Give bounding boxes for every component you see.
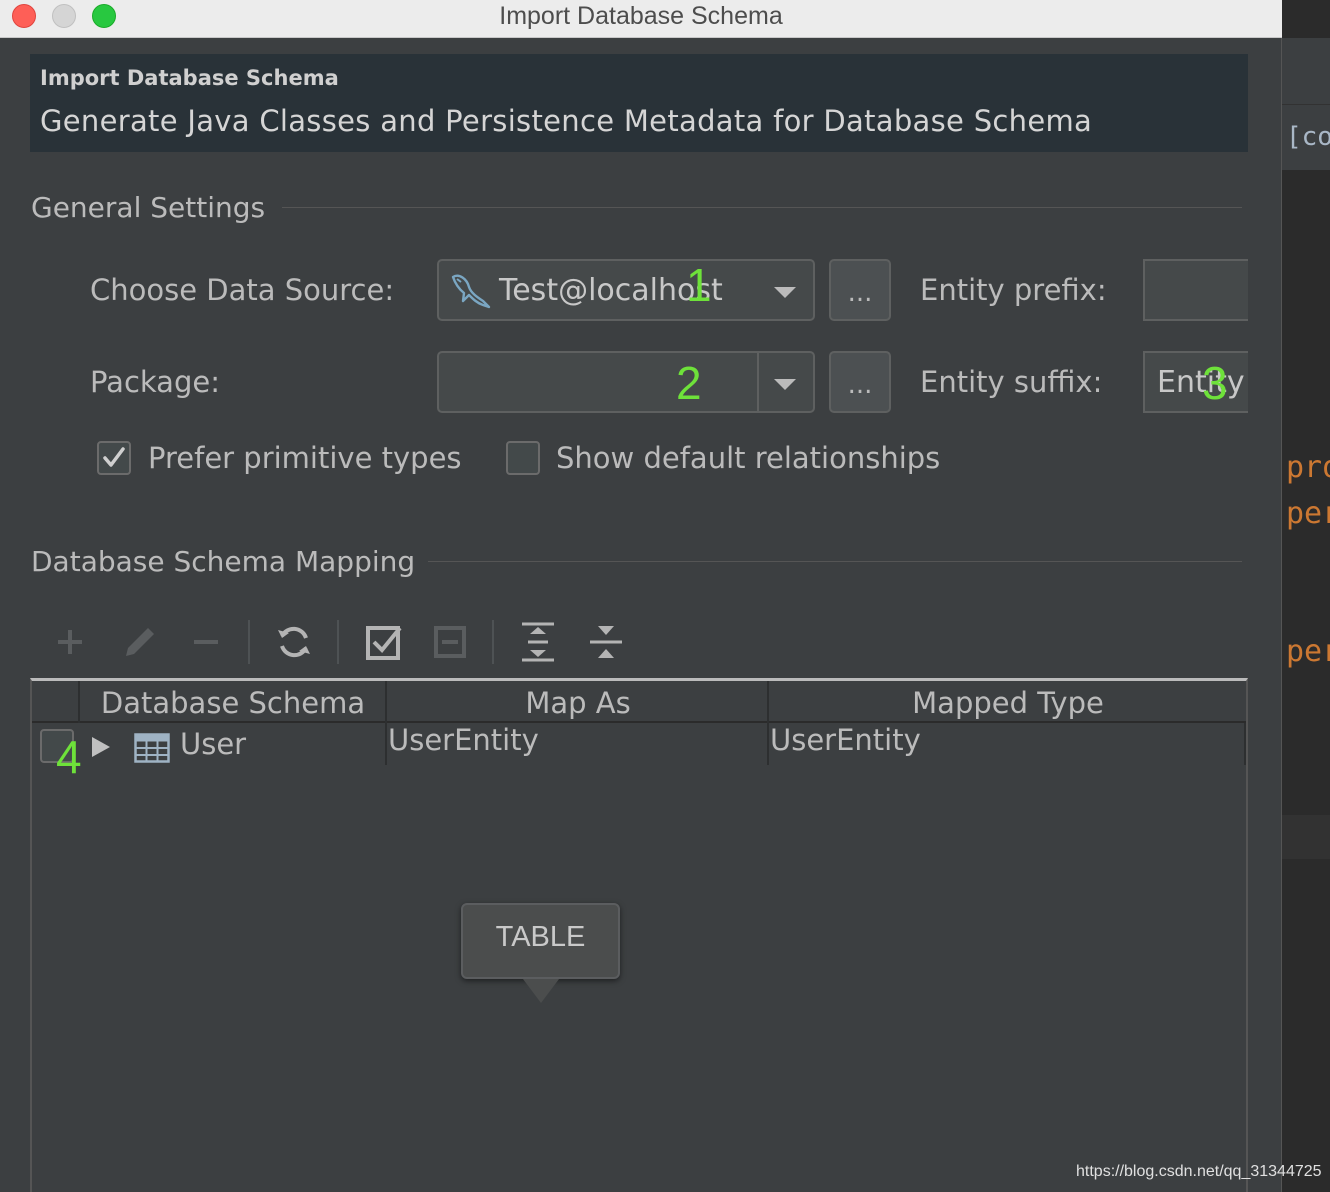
show-default-relationships-label: Show default relationships: [556, 441, 941, 475]
remove-icon[interactable]: [184, 620, 228, 664]
check-all-icon[interactable]: [362, 620, 406, 664]
entity-suffix-label: Entity suffix:: [920, 365, 1103, 399]
watermark: https://blog.csdn.net/qq_31344725: [1076, 1163, 1322, 1180]
title-bar: Import Database Schema: [0, 0, 1282, 38]
expand-arrow-icon[interactable]: [92, 737, 110, 757]
tooltip-tail: [523, 979, 559, 1003]
checkmark-icon: [103, 447, 125, 467]
schema-mapping-title: Database Schema Mapping: [31, 545, 416, 578]
package-combo[interactable]: [437, 351, 815, 413]
entity-suffix-value: Entity: [1157, 365, 1245, 400]
banner-title: Import Database Schema: [40, 66, 339, 90]
row-mapped-type[interactable]: UserEntity: [770, 723, 921, 757]
column-divider: [78, 681, 80, 723]
toolbar-separator: [492, 620, 494, 664]
table-icon: [134, 733, 170, 767]
data-source-label: Choose Data Source:: [90, 273, 395, 307]
tooltip: TABLE: [461, 903, 620, 1003]
editor-highlight-line: [1282, 815, 1330, 859]
annotation-1: 1: [686, 259, 712, 311]
mysql-dolphin-icon: [449, 271, 493, 315]
general-settings-title: General Settings: [31, 191, 266, 224]
prefer-primitive-label: Prefer primitive types: [148, 441, 462, 475]
header-banner: Import Database Schema Generate Java Cla…: [30, 54, 1248, 152]
chevron-down-icon[interactable]: [774, 379, 796, 390]
package-browse-button[interactable]: ...: [829, 351, 891, 413]
annotation-3: 3: [1202, 357, 1228, 409]
collapse-all-icon[interactable]: [584, 620, 628, 664]
banner-subtitle: Generate Java Classes and Persistence Me…: [40, 104, 1093, 138]
add-icon[interactable]: [48, 620, 92, 664]
table-row[interactable]: User UserEntity UserEntity: [32, 723, 1246, 767]
column-header-mapped-type[interactable]: Mapped Type: [770, 681, 1246, 723]
background-editor: [co pro per per: [1282, 0, 1330, 1192]
data-source-browse-button[interactable]: ...: [829, 259, 891, 321]
editor-toolbar: [1282, 38, 1330, 104]
toolbar-separator: [248, 620, 250, 664]
uncheck-all-icon[interactable]: [428, 620, 472, 664]
code-line: per: [1286, 496, 1330, 531]
code-line: per: [1286, 634, 1330, 669]
table-header: Database Schema Map As Mapped Type: [32, 681, 1246, 723]
window-title: Import Database Schema: [499, 2, 783, 30]
entity-prefix-label: Entity prefix:: [920, 273, 1107, 307]
combo-divider: [757, 353, 759, 411]
chevron-down-icon[interactable]: [774, 287, 796, 298]
column-header-database-schema[interactable]: Database Schema: [80, 681, 386, 723]
package-label: Package:: [90, 365, 220, 399]
data-source-combo[interactable]: Test@localhost: [437, 259, 815, 321]
code-line: pro: [1286, 450, 1330, 485]
show-default-relationships-checkbox[interactable]: [506, 441, 540, 475]
section-divider: [428, 561, 1242, 562]
prefer-primitive-checkbox[interactable]: [97, 441, 131, 475]
entity-prefix-input[interactable]: [1143, 259, 1248, 321]
expand-all-icon[interactable]: [516, 620, 560, 664]
column-header-map-as[interactable]: Map As: [388, 681, 768, 723]
tooltip-text: TABLE: [495, 921, 586, 953]
editor-tab[interactable]: [co: [1286, 122, 1330, 152]
row-schema-name: User: [180, 727, 247, 761]
import-schema-dialog: Import Database Schema Import Database S…: [0, 0, 1282, 1192]
annotation-2: 2: [676, 357, 702, 409]
refresh-icon[interactable]: [272, 620, 316, 664]
toolbar-separator: [337, 620, 339, 664]
row-map-as[interactable]: UserEntity: [388, 723, 539, 757]
edit-icon[interactable]: [118, 620, 162, 664]
schema-mapping-table: Database Schema Map As Mapped Type User …: [30, 678, 1248, 1192]
entity-suffix-input[interactable]: Entity: [1143, 351, 1248, 413]
section-divider: [282, 207, 1242, 208]
annotation-4: 4: [56, 731, 82, 783]
